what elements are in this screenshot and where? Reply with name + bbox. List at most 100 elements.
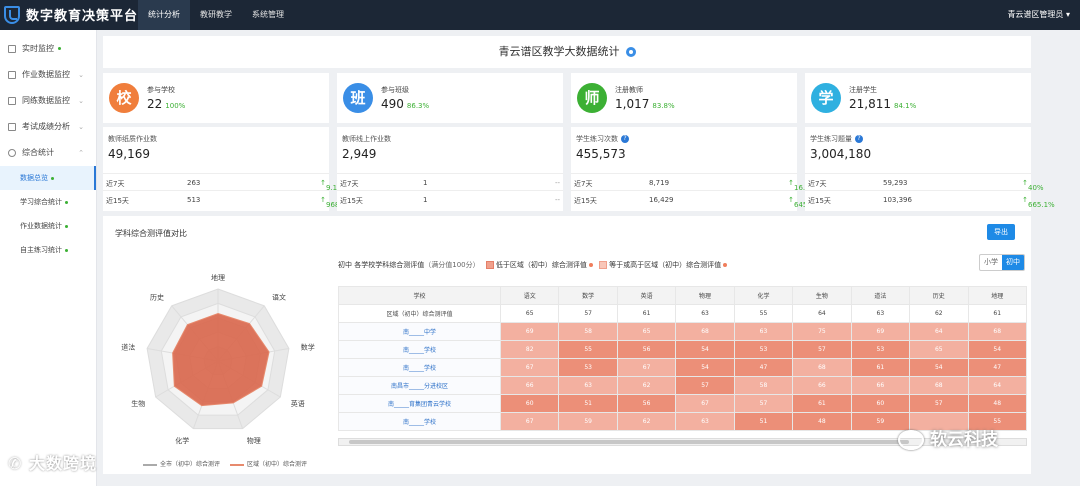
export-button[interactable]: 导出 (987, 224, 1015, 240)
table-title-text: 初中 各学校学科综合测评值 (338, 261, 425, 269)
watermark-right: 软云科技 (898, 425, 998, 450)
sidebar-item-label: 同练数据监控 (22, 96, 70, 105)
school-name[interactable]: 南_____学校 (338, 340, 501, 359)
sidebar-sub-homework[interactable]: 作业数据统计 (0, 214, 96, 238)
app-logo[interactable]: 数字教育决策平台 (4, 5, 138, 24)
legend-region[interactable]: 区域（初中）综合测评 (230, 459, 307, 468)
score-cell: 67 (499, 412, 560, 431)
status-dot (65, 248, 68, 252)
settings-icon (8, 149, 16, 157)
detail-value: 455,573 (576, 147, 626, 161)
radar-legend: 全市（初中）综合测评 区域（初中）综合测评 (143, 459, 307, 468)
school-name[interactable]: 南_____中学 (338, 322, 501, 341)
stat-label: 参与学校 (147, 86, 175, 94)
stat-percent: 84.1% (894, 102, 917, 110)
toggle-primary[interactable]: 小学 (980, 255, 1002, 270)
gear-icon[interactable] (625, 47, 636, 57)
score-cell: 82 (499, 340, 560, 359)
school-name[interactable]: 南_____学校 (338, 358, 501, 377)
school-name[interactable]: 南_____学校 (338, 412, 501, 431)
sidebar-item-label: 综合统计 (22, 148, 54, 157)
sidebar-sub-label: 数据总览 (20, 174, 48, 182)
sidebar-sub-selfpractice[interactable]: 自主练习统计 (0, 238, 96, 262)
score-cell: 62 (616, 412, 677, 431)
top-nav: 统计分析 教研教学 系统管理 (138, 0, 294, 30)
stat-card-students: 学 注册学生 21,811 84.1% (805, 73, 1031, 123)
period-label: 近7天 (106, 180, 125, 188)
legend-region-label: 区域（初中）综合测评 (247, 461, 308, 468)
chevron-down-icon: ⌄ (78, 71, 84, 79)
nav-tab-teaching[interactable]: 教研教学 (190, 0, 242, 30)
period-label: 近7天 (340, 180, 359, 188)
score-cell: 57 (792, 340, 852, 359)
detail-label-text: 学生练习次数 (576, 135, 618, 143)
table-row[interactable]: 南_____育集团青云学校 60 51 56 67 57 61 60 57 48 (338, 394, 1027, 413)
radar-axis-label: 物理 (247, 436, 261, 445)
score-cell: 68 (675, 322, 735, 341)
period-value: 16,429 (649, 196, 674, 204)
legend-high-label: 等于或高于区域（初中）综合测评值 (609, 261, 722, 269)
score-cell: 53 (850, 340, 911, 359)
school-name[interactable]: 南_____育集团青云学校 (338, 394, 501, 413)
table-row[interactable]: 南_____学校 67 53 67 54 47 68 61 54 47 (338, 358, 1027, 377)
table-row[interactable]: 南_____学校 82 55 56 54 53 57 53 65 54 (338, 340, 1027, 359)
detail-card-paper-homework: 教师纸质作业数 49,169 近7天263↑9.1% 近15天513↑968.8… (103, 127, 353, 211)
score-cell: 60 (499, 394, 560, 413)
sidebar-item-realtime[interactable]: 实时监控 (0, 36, 96, 62)
score-cell: 62 (616, 376, 677, 395)
sidebar-item-practice[interactable]: 同练数据监控 ⌄ (0, 88, 96, 114)
radar-axis-label: 道法 (121, 342, 135, 351)
score-cell: 56 (616, 340, 677, 359)
legend-city[interactable]: 全市（初中）综合测评 (143, 459, 220, 468)
radar-axis-label: 历史 (150, 293, 164, 302)
sidebar-item-exam[interactable]: 考试成绩分析 ⌄ (0, 114, 96, 140)
table-row[interactable]: 南_____中学 69 58 65 68 63 75 69 64 68 (338, 322, 1027, 341)
column-header: 道法 (850, 286, 911, 305)
sidebar-sub-overview[interactable]: 数据总览 (0, 166, 96, 190)
stat-value: 21,811 84.1% (849, 97, 916, 111)
sidebar-item-homework[interactable]: 作业数据监控 ⌄ (0, 62, 96, 88)
scrollbar-thumb[interactable] (349, 440, 909, 444)
score-cell: 60 (850, 394, 911, 413)
nav-tab-system[interactable]: 系统管理 (242, 0, 294, 30)
score-cell: 57 (909, 394, 969, 413)
stat-card-teachers: 师 注册教师 1,017 83.8% (571, 73, 797, 123)
app-title: 数字教育决策平台 (26, 9, 139, 24)
nav-tab-stats[interactable]: 统计分析 (138, 0, 190, 30)
school-name[interactable]: 南昌市_____分进校区 (338, 376, 501, 395)
region-value: 63 (850, 304, 911, 323)
detail-row-7d: 近7天 263 ↑ 9.1% (103, 173, 344, 192)
score-cell: 54 (909, 358, 969, 377)
user-menu[interactable]: 青云谱区管理员 ▾ (1007, 0, 1070, 30)
column-header: 语文 (499, 286, 560, 305)
status-dot (65, 200, 68, 204)
toggle-junior[interactable]: 初中 (1002, 255, 1024, 270)
page-title: 青云谱区教学大数据统计 (498, 45, 620, 58)
score-cell: 67 (499, 358, 560, 377)
period-label: 近7天 (808, 180, 827, 188)
detail-card-practice-count: 学生练习次数? 455,573 近7天8,719↑16.7% 近15天16,42… (571, 127, 821, 211)
table-row[interactable]: 南昌市_____分进校区 66 63 62 57 58 66 66 68 64 (338, 376, 1027, 395)
user-name: 青云谱区管理员 (1007, 10, 1064, 19)
column-header: 数学 (558, 286, 618, 305)
school-icon: 校 (109, 83, 139, 113)
region-value: 64 (792, 304, 852, 323)
detail-value: 2,949 (342, 147, 377, 161)
period-label: 近15天 (106, 197, 129, 205)
period-label: 近15天 (808, 197, 831, 205)
score-cell: 75 (792, 322, 852, 341)
help-icon[interactable]: ? (621, 135, 629, 143)
sidebar-sub-label: 自主练习统计 (20, 246, 62, 254)
sidebar-sub-learning[interactable]: 学习综合统计 (0, 190, 96, 214)
stat-percent: 100% (165, 102, 186, 110)
region-value: 57 (558, 304, 618, 323)
radar-axis-label: 地理 (211, 273, 225, 282)
stat-number: 1,017 (615, 97, 650, 111)
detail-label: 学生练习次数? (576, 134, 629, 144)
sidebar-item-overall[interactable]: 综合统计 ⌃ (0, 140, 96, 166)
status-dot (51, 176, 54, 180)
help-icon[interactable]: ? (855, 135, 863, 143)
score-cell: 53 (733, 340, 794, 359)
period-value: 513 (187, 196, 201, 204)
teacher-icon: 师 (577, 83, 607, 113)
